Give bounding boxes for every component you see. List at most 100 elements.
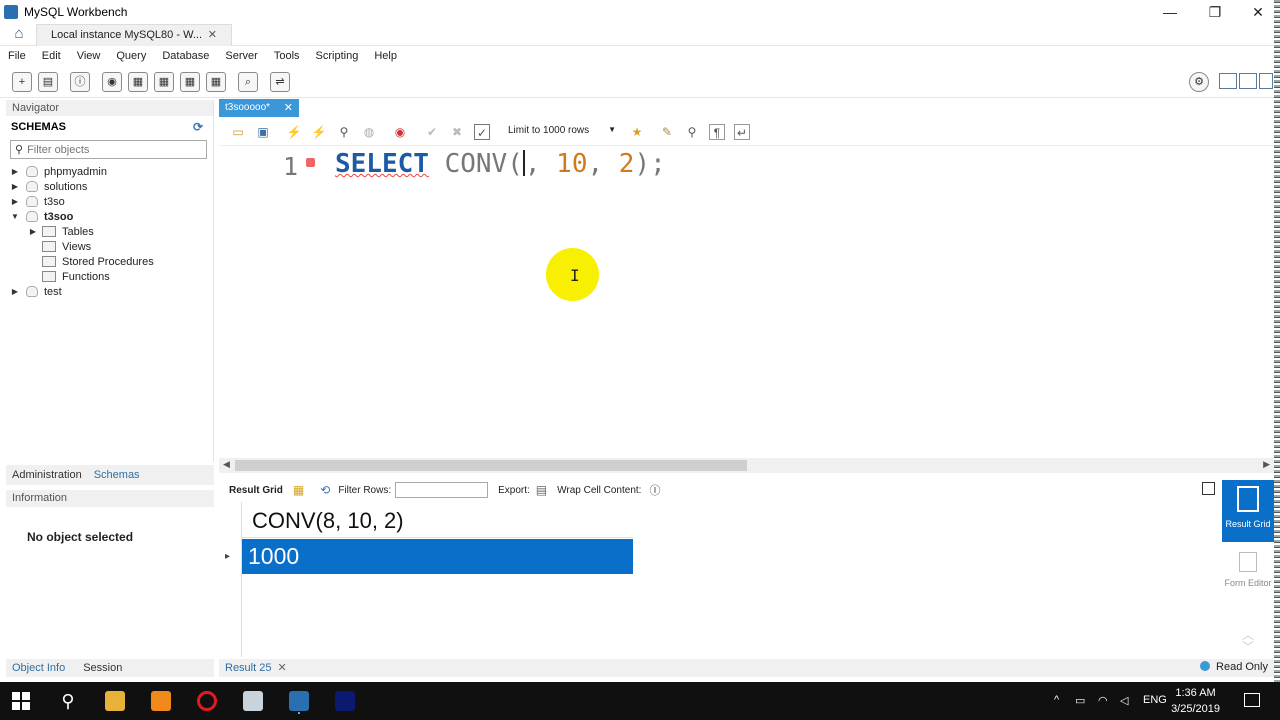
volume-icon[interactable]: ◁: [1120, 694, 1128, 707]
connection-tab[interactable]: Local instance MySQL80 - W... ✕: [36, 24, 232, 46]
tab-administration[interactable]: Administration: [12, 469, 82, 481]
word-wrap-icon[interactable]: ↵: [734, 124, 750, 140]
create-schema-icon[interactable]: ◉: [102, 72, 122, 92]
toggle-output-icon[interactable]: [1239, 73, 1257, 89]
invisible-chars-icon[interactable]: ¶: [709, 124, 725, 140]
menu-edit[interactable]: Edit: [42, 50, 61, 62]
column-header[interactable]: CONV(8, 10, 2): [242, 502, 633, 538]
execute-current-icon[interactable]: ⚡: [311, 124, 327, 140]
opera-browser-icon[interactable]: [197, 691, 217, 711]
toggle-panel-icon[interactable]: [1202, 482, 1215, 495]
tab-object-info[interactable]: Object Info: [12, 662, 65, 674]
tree-item-stored-procedures[interactable]: Stored Procedures: [6, 254, 213, 269]
windows-start-icon[interactable]: [12, 692, 30, 710]
expand-arrow-icon[interactable]: ▶: [10, 182, 20, 191]
settings-gear-icon[interactable]: ⚙: [1189, 72, 1209, 92]
create-procedure-icon[interactable]: ▦: [180, 72, 200, 92]
stop-icon[interactable]: ◍: [361, 124, 377, 140]
minimize-button[interactable]: —: [1148, 0, 1192, 24]
close-icon[interactable]: ✕: [208, 28, 217, 41]
close-icon[interactable]: ✕: [284, 101, 293, 114]
home-icon[interactable]: ⌂: [10, 26, 28, 42]
tree-item-views[interactable]: Views: [6, 239, 213, 254]
menu-scripting[interactable]: Scripting: [316, 50, 359, 62]
sql-editor[interactable]: 1 SELECT CONV(, 10, 2);: [219, 147, 1274, 457]
tab-session[interactable]: Session: [83, 662, 122, 674]
open-sql-script-icon[interactable]: ▤: [38, 72, 58, 92]
rollback-icon[interactable]: ✖: [449, 124, 465, 140]
close-icon[interactable]: ✕: [277, 662, 286, 674]
add-snippet-icon[interactable]: ★: [629, 124, 645, 140]
schema-inspector-icon[interactable]: ⓘ: [70, 72, 90, 92]
expand-arrow-icon[interactable]: ▶: [10, 167, 20, 176]
maximize-button[interactable]: ❐: [1193, 0, 1237, 24]
battery-icon[interactable]: ▭: [1075, 694, 1085, 707]
toggle-continue-on-error-icon[interactable]: ◉: [392, 124, 408, 140]
menu-tools[interactable]: Tools: [274, 50, 300, 62]
grid-icon[interactable]: ▦: [293, 483, 304, 497]
tree-item-functions[interactable]: Functions: [6, 269, 213, 284]
toggle-sidebar-icon[interactable]: [1219, 73, 1237, 89]
reconnect-icon[interactable]: ⇌: [270, 72, 290, 92]
file-explorer-icon[interactable]: [105, 691, 125, 711]
search-icon[interactable]: ⚲: [58, 691, 78, 711]
filter-objects-input[interactable]: [27, 143, 198, 156]
tab-result[interactable]: Result 25 ✕: [225, 661, 287, 674]
refresh-icon[interactable]: ⟳: [193, 120, 203, 134]
find-icon[interactable]: ⚲: [684, 124, 700, 140]
menu-database[interactable]: Database: [162, 50, 209, 62]
menu-query[interactable]: Query: [116, 50, 146, 62]
form-editor-button[interactable]: Form Editor: [1222, 548, 1274, 602]
commit-icon[interactable]: ✔: [424, 124, 440, 140]
menu-server[interactable]: Server: [225, 50, 257, 62]
schema-t3soo[interactable]: ▼ t3soo: [6, 209, 213, 224]
collapse-arrow-icon[interactable]: ▼: [10, 212, 20, 221]
scroll-right-icon[interactable]: ▶: [1263, 459, 1270, 470]
filter-objects-field[interactable]: ⚲: [10, 140, 207, 159]
create-function-icon[interactable]: ▦: [206, 72, 226, 92]
search-table-data-icon[interactable]: ⌕: [238, 72, 258, 92]
schema-test[interactable]: ▶ test: [6, 284, 213, 299]
menu-help[interactable]: Help: [374, 50, 397, 62]
refresh-icon[interactable]: ⟲: [320, 483, 330, 497]
expand-arrow-icon[interactable]: ▶: [10, 287, 20, 296]
limit-rows-select[interactable]: Limit to 1000 rows ▼: [508, 125, 616, 139]
sql-code-line[interactable]: SELECT CONV(, 10, 2);: [335, 149, 666, 179]
app-icon[interactable]: [335, 691, 355, 711]
export-icon[interactable]: ▤: [536, 483, 547, 497]
show-hidden-icons-icon[interactable]: ^: [1054, 694, 1059, 706]
horizontal-scrollbar[interactable]: ◀ ▶: [219, 458, 1274, 473]
tab-schemas[interactable]: Schemas: [94, 469, 140, 481]
clock[interactable]: 1:36 AM 3/25/2019: [1171, 685, 1220, 717]
sql-editor-tab[interactable]: t3sooooo* ✕: [219, 99, 299, 117]
wifi-icon[interactable]: ◠: [1098, 694, 1108, 707]
create-table-icon[interactable]: ▦: [128, 72, 148, 92]
mysql-workbench-taskbar-icon[interactable]: [289, 691, 309, 711]
tree-item-tables[interactable]: ▶ Tables: [6, 224, 213, 239]
scroll-down-icon[interactable]: ﹀: [1242, 638, 1254, 655]
execute-icon[interactable]: ⚡: [286, 124, 302, 140]
toggle-autocommit-icon[interactable]: ✓: [474, 124, 490, 140]
sublime-text-icon[interactable]: [151, 691, 171, 711]
expand-arrow-icon[interactable]: ▶: [10, 197, 20, 206]
menu-view[interactable]: View: [77, 50, 101, 62]
scroll-left-icon[interactable]: ◀: [223, 459, 230, 470]
explain-icon[interactable]: ⚲: [336, 124, 352, 140]
result-cell[interactable]: 1000: [242, 539, 633, 574]
schema-t3so[interactable]: ▶ t3so: [6, 194, 213, 209]
schema-phpmyadmin[interactable]: ▶ phpmyadmin: [6, 164, 213, 179]
menu-file[interactable]: File: [8, 50, 26, 62]
schema-solutions[interactable]: ▶ solutions: [6, 179, 213, 194]
new-sql-tab-icon[interactable]: +: [12, 72, 32, 92]
wrap-text-icon[interactable]: Ⓘ: [649, 482, 660, 498]
open-file-icon[interactable]: ▭: [230, 124, 246, 140]
result-grid-view-button[interactable]: Result Grid: [1222, 480, 1274, 542]
expand-arrow-icon[interactable]: ▶: [28, 227, 38, 236]
filter-rows-input[interactable]: [395, 482, 489, 498]
notifications-icon[interactable]: [1244, 693, 1260, 707]
language-indicator[interactable]: ENG: [1143, 694, 1167, 706]
save-icon[interactable]: ▣: [255, 124, 271, 140]
app-icon[interactable]: [243, 691, 263, 711]
toggle-secondary-sidebar-icon[interactable]: [1259, 73, 1273, 89]
beautify-icon[interactable]: ✎: [659, 124, 675, 140]
